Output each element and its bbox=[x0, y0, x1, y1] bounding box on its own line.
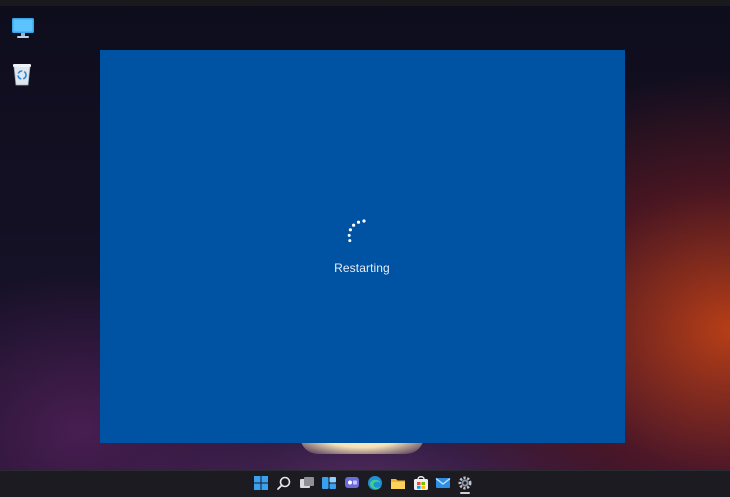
file-explorer-icon[interactable] bbox=[389, 474, 407, 492]
restarting-status-text: Restarting bbox=[334, 261, 390, 275]
edge-icon[interactable] bbox=[366, 474, 384, 492]
store-icon[interactable] bbox=[412, 474, 430, 492]
widgets-icon[interactable] bbox=[320, 474, 338, 492]
task-view-icon[interactable] bbox=[298, 474, 316, 492]
loading-spinner-icon bbox=[341, 215, 373, 247]
top-edge-bar bbox=[0, 0, 730, 6]
this-pc-icon[interactable] bbox=[10, 15, 36, 41]
start-icon[interactable] bbox=[252, 474, 270, 492]
mail-icon[interactable] bbox=[434, 474, 452, 492]
taskbar bbox=[0, 470, 730, 497]
recycle-bin-icon[interactable] bbox=[9, 61, 35, 87]
active-app-indicator bbox=[460, 492, 470, 494]
settings-icon[interactable] bbox=[456, 474, 474, 492]
chat-icon[interactable] bbox=[343, 474, 361, 492]
search-icon[interactable] bbox=[275, 474, 293, 492]
